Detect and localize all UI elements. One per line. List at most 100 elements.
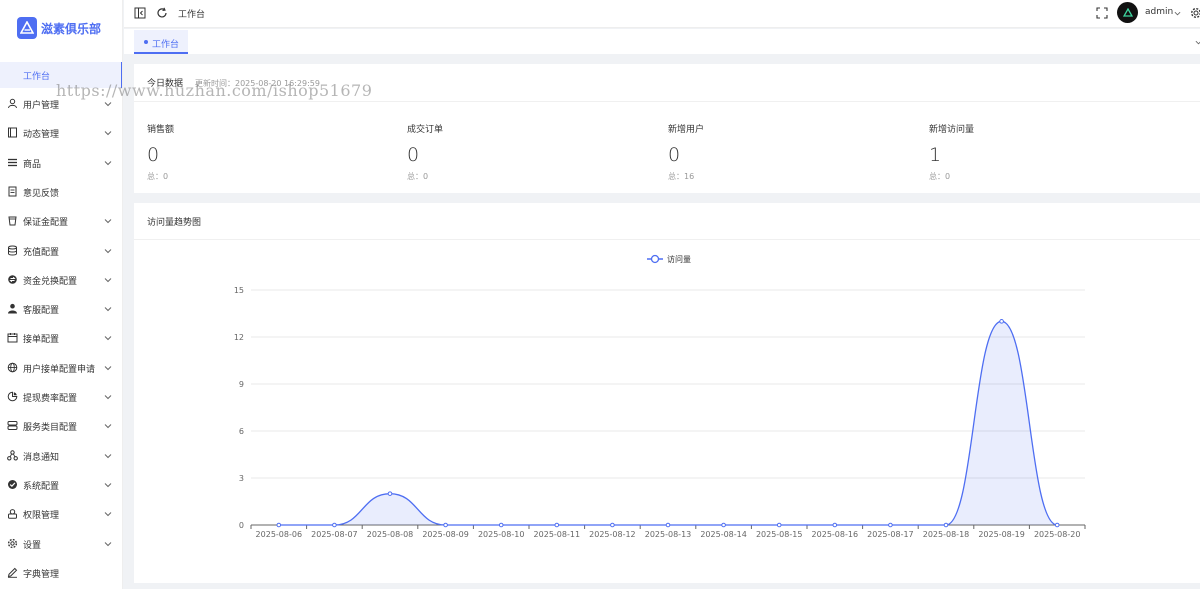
stat-sales: 销售额 0 总：0 — [147, 122, 347, 182]
user-icon — [8, 98, 17, 109]
sidebar-item[interactable]: 用户管理 — [0, 92, 122, 116]
series-line — [278, 320, 1058, 526]
stat-total: 总：0 — [407, 172, 429, 181]
chevron-down-icon — [104, 160, 112, 165]
x-tick-label: 2025-08-09 — [422, 530, 469, 539]
stat-new-visits: 新增访问量 1 总：0 — [929, 122, 1129, 182]
sidebar-item[interactable]: 商品 — [0, 151, 122, 175]
legend-marker — [650, 254, 660, 264]
sidebar-item-label: 动态管理 — [23, 130, 60, 141]
sidebar-item-label: 服务类目配置 — [23, 423, 78, 434]
username[interactable]: admin — [1145, 7, 1173, 17]
fullscreen-icon[interactable] — [1096, 7, 1108, 19]
sidebar-item-label: 用户管理 — [23, 101, 60, 111]
stat-value: 0 — [147, 144, 160, 166]
sidebar-item[interactable]: 动态管理 — [0, 121, 122, 145]
sidebar-item[interactable]: 接单配置 — [0, 326, 122, 350]
sidebar-item[interactable]: 保证金配置 — [0, 209, 122, 233]
server-icon — [7, 421, 18, 431]
x-tick-label: 2025-08-15 — [756, 530, 803, 539]
chevron-down-icon — [104, 219, 112, 224]
visits-trend-card: 访问量趋势图 0 3 6 9 12 15 2025-08-06 2025-08-07 2025-… — [134, 203, 1200, 583]
stat-label: 销售额 — [147, 125, 175, 135]
list-icon — [8, 158, 17, 166]
y-tick-label: 12 — [234, 333, 244, 342]
chevron-down-icon[interactable] — [1174, 10, 1181, 17]
tab-label: 工作台 — [152, 40, 180, 50]
top-header: 工作台 admin — [124, 0, 1200, 28]
logo[interactable]: 滋素俱乐部 — [17, 16, 101, 40]
logo-text: 滋素俱乐部 — [41, 21, 102, 36]
data-point — [1054, 522, 1060, 528]
key-icon — [8, 509, 17, 519]
chevron-down-icon — [104, 483, 112, 488]
calendar-icon — [7, 333, 18, 343]
chevron-down-icon — [104, 307, 112, 312]
y-tick-label: 15 — [234, 286, 244, 295]
tab-dashboard[interactable]: 工作台 — [134, 30, 188, 54]
sidebar-item-dashboard[interactable]: 工作台 — [0, 62, 122, 88]
sidebar-item[interactable]: 消息通知 — [0, 444, 122, 468]
y-tick-label: 3 — [239, 474, 244, 483]
sidebar-item[interactable]: 服务类目配置 — [0, 414, 122, 438]
x-tick-label: 2025-08-13 — [645, 530, 692, 539]
stat-label: 成交订单 — [407, 125, 444, 135]
data-point — [610, 522, 615, 528]
chevron-down-icon — [104, 453, 112, 458]
logo-icon — [17, 17, 37, 39]
chevron-down-icon — [104, 424, 112, 429]
sidebar-item[interactable]: 提现费率配置 — [0, 385, 122, 409]
sidebar-item[interactable]: 系统配置 — [0, 473, 122, 497]
sidebar-item-label: 资金兑换配置 — [23, 276, 78, 287]
sidebar-item[interactable]: 用户接单配置申请 — [0, 356, 122, 380]
chevron-down-icon — [104, 336, 112, 341]
cup-icon — [8, 216, 17, 226]
y-tick-label: 6 — [239, 427, 244, 436]
sidebar-item-label: 权限管理 — [23, 511, 60, 522]
sidebar-item[interactable]: 设置 — [0, 532, 122, 556]
gear-icon[interactable] — [1190, 7, 1200, 19]
data-point — [498, 522, 504, 528]
stat-value: 1 — [929, 144, 942, 166]
sidebar-item-label: 客服配置 — [23, 306, 60, 317]
chevron-down-icon — [104, 277, 112, 283]
database-icon — [8, 245, 17, 255]
chevron-down-icon — [104, 365, 112, 370]
refresh-icon[interactable] — [156, 7, 168, 19]
stat-new-users: 新增用户 0 总：16 — [668, 122, 868, 182]
collapse-sidebar-icon[interactable] — [134, 7, 146, 19]
sidebar-item-label: 意见反馈 — [23, 188, 60, 199]
active-dot — [144, 40, 148, 44]
x-tick-label: 2025-08-19 — [978, 530, 1025, 539]
avatar[interactable] — [1117, 2, 1138, 23]
sidebar-item[interactable]: 字典管理 — [0, 561, 122, 585]
chevron-down-icon — [104, 395, 112, 400]
sidebar-item[interactable]: 权限管理 — [0, 502, 122, 526]
sidebar-item[interactable]: 意见反馈 — [0, 180, 122, 204]
sidebar-item[interactable]: 客服配置 — [0, 297, 122, 321]
data-point — [276, 522, 282, 528]
data-point — [554, 522, 560, 528]
document-icon — [8, 186, 17, 197]
share-icon — [7, 449, 18, 461]
check-circle-icon — [8, 479, 17, 489]
book-icon — [8, 127, 17, 138]
legend-label: 访问量 — [667, 254, 691, 264]
stat-label: 新增访问量 — [929, 125, 975, 135]
sidebar-item-label: 保证金配置 — [23, 218, 69, 229]
sidebar-item[interactable]: 资金兑换配置 — [0, 268, 122, 292]
stat-total: 总：0 — [929, 172, 951, 181]
stat-label: 新增用户 — [668, 125, 705, 135]
sidebar-item[interactable]: 充值配置 — [0, 239, 122, 263]
chevron-down-icon — [104, 102, 112, 107]
sidebar-item-label: 商品 — [23, 159, 42, 170]
today-data-card: 今日数据 更新时间：2025-08-20 16:29:59 销售额 0 总：0 … — [134, 64, 1200, 193]
data-point — [721, 522, 726, 528]
sidebar-item-label: 设置 — [23, 540, 42, 551]
data-point — [665, 522, 671, 528]
x-tick-label: 2025-08-12 — [589, 530, 636, 539]
chevron-down-icon — [104, 512, 112, 517]
pen-icon — [7, 567, 18, 578]
tabs-dropdown-icon[interactable] — [1195, 39, 1200, 46]
breadcrumb: 工作台 — [178, 10, 206, 20]
